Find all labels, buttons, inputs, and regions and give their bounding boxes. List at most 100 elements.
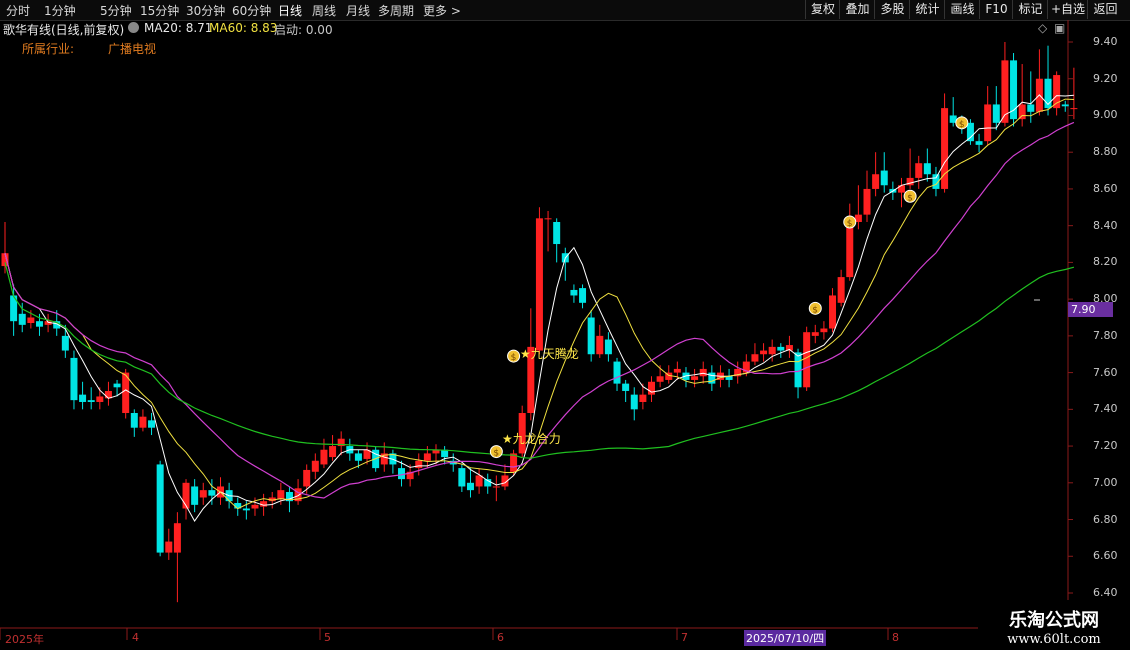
- candle-body: [829, 295, 837, 329]
- coin-icon: $: [507, 349, 521, 363]
- price-tick-label: 6.40: [1093, 586, 1118, 599]
- candle: [1053, 71, 1061, 116]
- candle-body: [975, 141, 983, 145]
- candle-body: [579, 288, 587, 303]
- candle-body: [130, 413, 138, 428]
- candle-body: [613, 361, 621, 384]
- candle: [811, 324, 819, 344]
- candle: [587, 310, 595, 362]
- candle-body: [329, 446, 337, 458]
- candle-body: [923, 163, 931, 175]
- date-label: 6: [497, 631, 504, 644]
- candle-body: [1070, 108, 1078, 110]
- coin-symbol: $: [493, 449, 499, 459]
- candle: [570, 284, 578, 303]
- date-label: 5: [324, 631, 331, 644]
- date-highlight: 2025/07/10/四: [744, 630, 827, 646]
- candle-body: [139, 416, 147, 428]
- candle: [561, 247, 569, 281]
- candle-body: [96, 396, 104, 402]
- candle-body: [199, 490, 207, 498]
- candle: [87, 387, 95, 410]
- signal-markers: $ $ $ $ $ $: [489, 116, 969, 459]
- candle-body: [648, 381, 655, 395]
- candle: [535, 207, 543, 355]
- candle-body: [398, 468, 406, 480]
- candle-body: [596, 335, 604, 355]
- candle: [1010, 53, 1018, 127]
- candle: [872, 152, 880, 197]
- candle-body: [27, 317, 35, 324]
- candle-body: [1061, 104, 1069, 107]
- candle-body: [173, 523, 181, 553]
- price-tick-label: 8.60: [1093, 181, 1118, 195]
- candle-body: [79, 394, 87, 402]
- candle-body: [277, 490, 285, 500]
- candle-body: [966, 122, 974, 142]
- candle: [329, 435, 337, 461]
- right-edge-strip: [1120, 20, 1130, 620]
- candle: [897, 177, 905, 208]
- candle: [1035, 49, 1043, 116]
- candle: [820, 321, 828, 340]
- watermark-url: www.60lt.com: [1007, 632, 1101, 647]
- candle: [1070, 67, 1078, 120]
- candle: [579, 284, 587, 309]
- candle-body: [915, 163, 923, 178]
- candle: [527, 308, 535, 421]
- candle: [829, 288, 837, 333]
- coin-symbol: $: [847, 219, 853, 229]
- candle: [734, 361, 742, 384]
- candle: [475, 468, 483, 494]
- candle: [501, 464, 509, 491]
- candle: [191, 479, 199, 513]
- candle-body: [777, 346, 785, 351]
- candle: [630, 387, 638, 421]
- price-tick-label: 8.80: [1093, 145, 1118, 159]
- candle-body: [630, 394, 638, 410]
- candle: [975, 133, 983, 153]
- candlestick-chart[interactable]: $ $ $ $ $ $: [0, 0, 1130, 650]
- candle: [466, 468, 474, 498]
- candle-body: [535, 218, 543, 351]
- candle: [708, 365, 716, 391]
- candle-body: [242, 508, 250, 511]
- candle: [165, 528, 173, 560]
- signal-label: ★九天腾龙: [520, 347, 579, 361]
- candle: [458, 464, 466, 492]
- date-label: 2025年: [5, 633, 44, 646]
- price-tick-label: 7.60: [1093, 365, 1118, 379]
- candle: [122, 368, 130, 419]
- coin-symbol: $: [959, 120, 965, 130]
- candle: [18, 302, 26, 333]
- candle-body: [303, 469, 311, 487]
- candle-body: [897, 185, 905, 193]
- price-tick-label: 9.00: [1093, 108, 1118, 122]
- candle-body: [61, 335, 69, 351]
- candle-body: [699, 368, 707, 377]
- price-tick-label: 6.60: [1093, 549, 1118, 563]
- candle: [880, 152, 888, 193]
- candle: [863, 170, 871, 222]
- candle-body: [553, 221, 561, 245]
- candle-body: [570, 289, 578, 296]
- candle: [777, 343, 785, 358]
- candle-body: [311, 460, 319, 472]
- candle: [544, 210, 552, 252]
- candle-body: [191, 486, 199, 505]
- price-tick-label: 9.20: [1093, 71, 1118, 85]
- candle-body: [113, 383, 121, 388]
- candle-body: [872, 174, 880, 189]
- candle-body: [880, 170, 888, 186]
- candle: [156, 460, 164, 557]
- coin-symbol: $: [511, 353, 517, 363]
- candle-body: [820, 328, 828, 333]
- candle: [484, 473, 492, 494]
- candle: [199, 482, 207, 505]
- price-tick-label: 8.20: [1093, 255, 1118, 269]
- candle: [691, 368, 699, 388]
- candle: [604, 332, 612, 362]
- coin-icon: $: [489, 445, 503, 459]
- candle: [923, 148, 931, 182]
- candle: [320, 438, 328, 469]
